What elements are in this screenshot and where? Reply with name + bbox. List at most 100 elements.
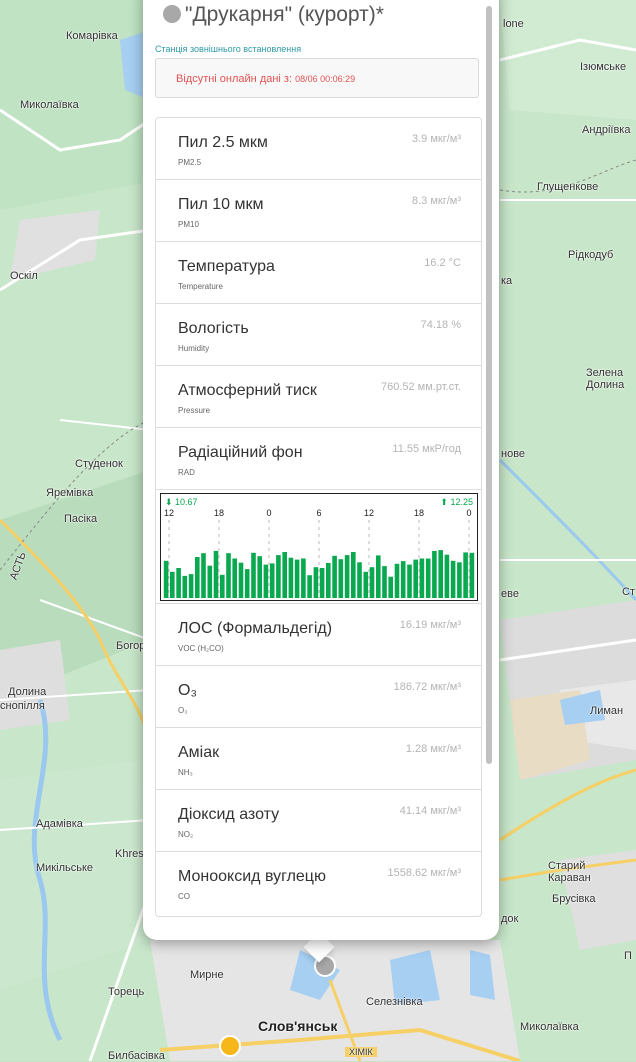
chart-bar[interactable] xyxy=(176,568,181,598)
chart-bar[interactable] xyxy=(294,559,300,598)
chart-bar[interactable] xyxy=(376,555,381,598)
measurement-name: Температура xyxy=(178,258,275,275)
chart-bar[interactable] xyxy=(357,562,362,598)
chart-bar[interactable] xyxy=(407,564,412,598)
chart-tick-label: 0 xyxy=(266,508,271,518)
map-label-mykilske: Микільське xyxy=(36,862,93,874)
measurement-code: PM10 xyxy=(178,220,199,229)
measurement-row-voc[interactable]: ЛОС (Формальдегід) VOC (H₂CO) 16.19 мкг/… xyxy=(156,604,481,666)
chart-bar[interactable] xyxy=(238,562,244,598)
chart-bar[interactable] xyxy=(201,553,206,598)
map-label-hlushchenkove: Глущенкове xyxy=(537,181,599,193)
chart-bar[interactable] xyxy=(382,566,387,598)
measurement-code: PM2.5 xyxy=(178,158,202,167)
measurement-code: Temperature xyxy=(178,282,223,291)
measurement-row-o3[interactable]: O₃ O₃ 186.72 мкг/м³ xyxy=(156,666,481,728)
map-label-eve: еве xyxy=(501,588,519,600)
chart-bar[interactable] xyxy=(388,576,393,598)
measurement-row-temperature[interactable]: Температура Temperature 16.2 °C xyxy=(156,242,481,304)
chart-bar[interactable] xyxy=(188,574,194,598)
station-status-dot xyxy=(163,5,181,23)
chart-bar[interactable] xyxy=(363,571,369,598)
chart-bar[interactable] xyxy=(163,560,169,598)
measurement-row-radiation[interactable]: Радіаційний фон RAD 11.55 мкР/год xyxy=(156,428,481,490)
measurement-code: O₃ xyxy=(178,706,188,715)
chart-tick-label: 12 xyxy=(364,508,374,518)
chart-bar[interactable] xyxy=(226,553,231,598)
measurement-row-co[interactable]: Монооксид вуглецю CO 1558.62 мкг/м³ xyxy=(156,852,481,913)
chart-bar[interactable] xyxy=(413,559,418,598)
chart-bar[interactable] xyxy=(213,550,219,598)
measurement-code: Humidity xyxy=(178,344,210,353)
chart-bar[interactable] xyxy=(450,560,456,598)
measurement-value: 41.14 мкг/м³ xyxy=(399,805,461,817)
chart-bar[interactable] xyxy=(276,555,281,598)
map-label-bylbasivka: Билбасівка xyxy=(108,1050,165,1062)
popup-scrollbar-thumb[interactable] xyxy=(486,6,492,764)
chart-bar[interactable] xyxy=(282,552,287,598)
chart-bar[interactable] xyxy=(182,575,188,598)
chart-tick-label: 18 xyxy=(414,508,424,518)
chart-bar[interactable] xyxy=(400,561,406,598)
chart-bar[interactable] xyxy=(207,565,213,598)
measurement-row-pm10[interactable]: Пил 10 мкм PM10 8.3 мкг/м³ xyxy=(156,180,481,242)
chart-bar[interactable] xyxy=(338,559,344,598)
chart-bar[interactable] xyxy=(263,564,269,598)
measurement-row-pm25[interactable]: Пил 2.5 мкм PM2.5 3.9 мкг/м³ xyxy=(156,118,481,180)
chart-bar[interactable] xyxy=(432,550,437,598)
map-label-oskil: Оскіл xyxy=(10,270,38,282)
measurement-name: Пил 2.5 мкм xyxy=(178,134,268,151)
chart-bar[interactable] xyxy=(244,569,250,598)
measurement-row-pressure[interactable]: Атмосферний тиск Pressure 760.52 мм.рт.с… xyxy=(156,366,481,428)
chart-bar[interactable] xyxy=(469,552,475,598)
map-label-p: П xyxy=(624,950,632,962)
chart-bar[interactable] xyxy=(301,558,306,599)
chart-bar[interactable] xyxy=(170,571,175,598)
map-label-selezniivka: Селезнівка xyxy=(366,996,423,1008)
offline-alert-text: Відсутні онлайн дані з: xyxy=(176,73,296,85)
map-label-khimik: ХІМІК xyxy=(345,1047,377,1057)
chart-bar[interactable] xyxy=(195,557,200,598)
chart-bar[interactable] xyxy=(257,556,262,598)
map-label-komarivka: Комарівка xyxy=(66,30,118,42)
chart-bar[interactable] xyxy=(232,558,237,599)
radiation-bar-chart[interactable]: ⬇ 10.67 ⬆ 12.25 12 18 0 6 12 18 0 xyxy=(161,494,477,600)
chart-bar[interactable] xyxy=(313,567,319,598)
measurement-row-humidity[interactable]: Вологість Humidity 74.18 % xyxy=(156,304,481,366)
chart-bar[interactable] xyxy=(319,568,325,598)
map-label-ka: ка xyxy=(501,275,513,287)
measurement-name: Пил 10 мкм xyxy=(178,196,264,213)
chart-bar[interactable] xyxy=(326,563,331,598)
station-title-text: "Друкарня" (курорт)* xyxy=(185,3,384,26)
chart-bar[interactable] xyxy=(463,552,468,598)
chart-bar[interactable] xyxy=(457,562,462,598)
map-label-brusivka: Брусівка xyxy=(552,893,596,905)
chart-bar[interactable] xyxy=(344,555,350,598)
measurement-value: 1558.62 мкг/м³ xyxy=(387,867,462,879)
chart-bar[interactable] xyxy=(269,563,275,598)
measurement-name: Діоксид азоту xyxy=(178,806,280,823)
measurements-list[interactable]: Пил 2.5 мкм PM2.5 3.9 мкг/м³ Пил 10 мкм … xyxy=(155,117,482,917)
map-label-adamivka: Адамівка xyxy=(36,818,83,830)
chart-bar[interactable] xyxy=(369,567,375,598)
chart-bar[interactable] xyxy=(444,554,450,598)
measurement-row-nh3[interactable]: Аміак NH₃ 1.28 мкг/м³ xyxy=(156,728,481,790)
chart-tick-label: 0 xyxy=(466,508,471,518)
chart-bar[interactable] xyxy=(351,552,356,598)
chart-bar[interactable] xyxy=(288,557,294,598)
chart-bar[interactable] xyxy=(419,558,425,599)
offline-alert-timestamp: 08/06 00:06:29 xyxy=(295,74,356,84)
chart-bar[interactable] xyxy=(425,558,431,599)
chart-bar[interactable] xyxy=(332,555,337,598)
chart-bar[interactable] xyxy=(251,552,256,598)
chart-bar[interactable] xyxy=(307,575,312,598)
map-label-karavan: Караван xyxy=(548,872,591,884)
map-label-mykolaivka: Миколаївка xyxy=(20,99,79,111)
chart-bar[interactable] xyxy=(438,550,443,598)
measurement-name: Вологість xyxy=(178,320,249,337)
chart-bar[interactable] xyxy=(220,574,225,598)
chart-bar[interactable] xyxy=(394,563,400,598)
map-label-dolyna: Долина xyxy=(8,686,47,698)
measurement-row-no2[interactable]: Діоксид азоту NO₂ 41.14 мкг/м³ xyxy=(156,790,481,852)
radiation-chart-row: ⬇ 10.67 ⬆ 12.25 12 18 0 6 12 18 0 xyxy=(156,490,481,604)
